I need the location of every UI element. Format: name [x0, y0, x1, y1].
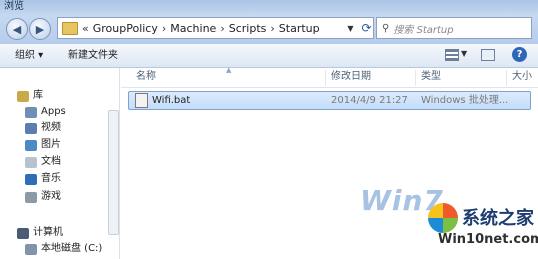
sidebar-item-label: 本地磁盘 (C:): [41, 243, 103, 254]
breadcrumb-startup[interactable]: Startup: [279, 22, 320, 35]
window-title: 浏览: [4, 1, 24, 12]
column-divider[interactable]: [415, 70, 416, 86]
search-placeholder: 搜索 Startup: [393, 24, 454, 36]
refresh-icon: ⟳: [361, 21, 372, 35]
sidebar-item-computer[interactable]: 计算机: [17, 225, 63, 241]
column-divider[interactable]: [325, 70, 326, 86]
music-icon: [25, 173, 37, 185]
sort-ascending-icon: ▲: [226, 66, 232, 74]
file-type: Windows 批处理...: [421, 95, 509, 106]
column-header-row: [121, 68, 538, 88]
apps-icon: [25, 106, 37, 118]
arrow-left-icon: ◀: [12, 22, 22, 36]
breadcrumb-overflow[interactable]: «: [82, 22, 89, 35]
computer-icon: [17, 227, 29, 239]
back-button[interactable]: ◀: [6, 18, 28, 40]
sidebar-item-label: 视频: [41, 122, 61, 133]
help-icon[interactable]: ?: [512, 47, 527, 62]
arrow-right-icon: ▶: [35, 22, 45, 36]
preview-pane-icon[interactable]: [481, 49, 495, 61]
organize-button[interactable]: 组织 ▾: [15, 48, 43, 64]
new-folder-button[interactable]: 新建文件夹: [68, 48, 118, 64]
sidebar-item-games[interactable]: 游戏: [25, 189, 61, 205]
sidebar-item-apps[interactable]: Apps: [25, 104, 66, 120]
column-header-name[interactable]: 名称: [136, 68, 156, 88]
watermark-site: Win10net.com: [438, 232, 538, 247]
drive-icon: [25, 243, 37, 255]
sidebar-item-label: 文档: [41, 156, 61, 167]
chevron-down-icon: ▼: [347, 23, 354, 33]
sidebar-item-label: 音乐: [41, 173, 61, 184]
title-bar: [0, 0, 538, 14]
breadcrumb-separator: ›: [270, 21, 275, 35]
breadcrumb-separator: ›: [220, 21, 225, 35]
column-header-modified[interactable]: 修改日期: [331, 68, 371, 88]
file-name[interactable]: Wifi.bat: [152, 92, 190, 109]
file-modified: 2014/4/9 21:27: [331, 95, 408, 106]
sidebar-item-music[interactable]: 音乐: [25, 171, 61, 187]
sidebar-item-label: Apps: [41, 106, 66, 117]
sidebar-item-label: 库: [33, 90, 43, 101]
document-icon: [25, 156, 37, 168]
column-divider[interactable]: [506, 70, 507, 86]
breadcrumb-grouppolicy[interactable]: GroupPolicy: [93, 22, 158, 35]
breadcrumb-machine[interactable]: Machine: [170, 22, 216, 35]
sidebar-item-local-disk-c[interactable]: 本地磁盘 (C:): [25, 241, 102, 257]
picture-icon: [25, 139, 37, 151]
sidebar-item-pictures[interactable]: 图片: [25, 137, 61, 153]
refresh-button[interactable]: ⟳: [359, 17, 374, 39]
search-icon: ⚲: [382, 22, 390, 34]
games-icon: [25, 191, 37, 203]
view-options-icon[interactable]: [445, 49, 459, 61]
sidebar-item-label: 游戏: [41, 191, 61, 202]
watermark-name: 系统之家: [462, 208, 534, 229]
breadcrumb-scripts[interactable]: Scripts: [229, 22, 267, 35]
sidebar-item-videos[interactable]: 视频: [25, 120, 61, 136]
search-input[interactable]: ⚲ 搜索 Startup: [376, 17, 532, 39]
batch-file-icon: [135, 93, 148, 108]
video-icon: [25, 122, 37, 134]
sidebar-scrollbar[interactable]: [108, 110, 119, 235]
library-icon: [17, 90, 29, 102]
sidebar-item-label: 图片: [41, 139, 61, 150]
breadcrumb-separator: ›: [161, 21, 167, 35]
sidebar-item-documents[interactable]: 文档: [25, 154, 61, 170]
forward-button[interactable]: ▶: [29, 18, 51, 40]
view-dropdown-icon[interactable]: ▼: [461, 49, 467, 58]
folder-icon: [62, 21, 78, 35]
column-header-size[interactable]: 大小: [512, 68, 532, 88]
sidebar-item-library[interactable]: 库: [17, 88, 43, 104]
address-bar[interactable]: « GroupPolicy › Machine › Scripts › Star…: [57, 17, 374, 39]
address-dropdown-button[interactable]: ▼: [343, 17, 358, 39]
column-header-type[interactable]: 类型: [421, 68, 441, 88]
windows-logo-icon: [428, 203, 458, 233]
sidebar-item-label: 计算机: [33, 227, 63, 238]
